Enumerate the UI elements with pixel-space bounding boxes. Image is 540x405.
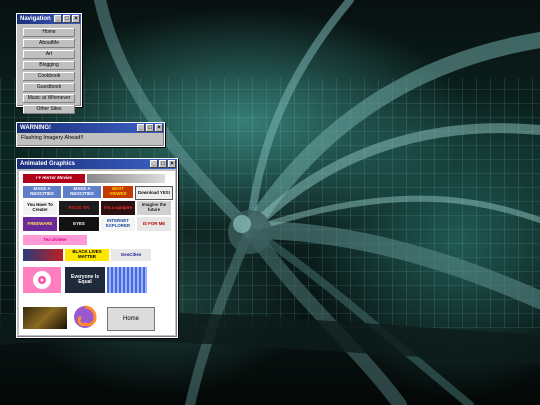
close-button[interactable]: × bbox=[155, 124, 163, 132]
nav-aboutme-button[interactable]: AboutMe bbox=[23, 39, 75, 48]
nav-art-button[interactable]: Art bbox=[23, 50, 75, 59]
warning-title: WARNING! bbox=[20, 125, 51, 131]
everyone-equal-badge[interactable]: Everyone Is Equal bbox=[65, 267, 105, 293]
nav-othersites-button[interactable]: Other Sites bbox=[23, 105, 75, 114]
neocities-badge[interactable]: MAKE A NEOCITIES bbox=[23, 186, 61, 198]
graphics-title: Animated Graphics bbox=[20, 161, 76, 167]
black-lives-matter-badge[interactable]: BLACK LIVES MATTER bbox=[65, 249, 109, 261]
navigation-titlebar[interactable]: Navigation _ □ × bbox=[17, 14, 81, 24]
spiral-logo[interactable] bbox=[71, 303, 99, 331]
imagine-badge[interactable]: Imagine the future bbox=[137, 201, 171, 215]
close-button[interactable]: × bbox=[72, 15, 80, 23]
graphics-window: Animated Graphics _ □ × I ♥ Horror Movie… bbox=[16, 158, 178, 338]
colorful-badge[interactable] bbox=[23, 249, 63, 261]
you-have-to-create-badge[interactable]: You Have To Create! bbox=[23, 201, 57, 215]
internet-explorer-badge[interactable]: INTERNET EXPLORER bbox=[101, 217, 135, 231]
maximize-button[interactable]: □ bbox=[63, 15, 71, 23]
counter-badge[interactable]: BEST VIEWED bbox=[103, 186, 133, 198]
minimize-button[interactable]: _ bbox=[150, 160, 158, 168]
graphics-titlebar[interactable]: Animated Graphics _ □ × bbox=[17, 159, 177, 169]
disc-icon bbox=[33, 271, 51, 289]
gray-bar-badge bbox=[87, 174, 165, 183]
warning-window: WARNING! _ □ × Flashing Imagery Ahead!! bbox=[16, 122, 165, 147]
nav-home-button[interactable]: Home bbox=[23, 28, 75, 37]
warning-message: Flashing Imagery Ahead!! bbox=[21, 135, 84, 141]
navigation-title: Navigation bbox=[20, 16, 51, 22]
minimize-button[interactable]: _ bbox=[54, 15, 62, 23]
horror-badge[interactable]: I ♥ Horror Movies bbox=[23, 174, 85, 183]
music-visualizer-badge[interactable] bbox=[107, 267, 147, 293]
warning-titlebar[interactable]: WARNING! _ □ × bbox=[17, 123, 164, 133]
photo-badge[interactable] bbox=[23, 307, 67, 329]
navigation-window: Navigation _ □ × Home AboutMe Art Bloggi… bbox=[16, 13, 82, 114]
tea-drinker-badge[interactable]: Tea drinker bbox=[23, 235, 87, 245]
neocities-badge-2[interactable]: MAKE A NEOCITIES bbox=[63, 186, 101, 198]
nav-blogging-button[interactable]: Blogging bbox=[23, 61, 75, 70]
nav-music-button[interactable]: Music at Whenever bbox=[23, 94, 75, 103]
ipod-badge[interactable] bbox=[23, 267, 61, 293]
spiral-icon bbox=[74, 305, 97, 328]
close-button[interactable]: × bbox=[168, 160, 176, 168]
nav-cookbook-button[interactable]: Cookbook bbox=[23, 72, 75, 81]
freeware-badge[interactable]: FREEWARE bbox=[23, 217, 57, 231]
home-button[interactable]: Home bbox=[107, 307, 155, 331]
graphics-panel: I ♥ Horror Movies MAKE A NEOCITIES MAKE … bbox=[19, 171, 175, 335]
vampire-badge[interactable]: I'm a vampire bbox=[101, 201, 135, 215]
itunes-badge[interactable]: IS FOR ME bbox=[137, 217, 171, 231]
geocities-badge[interactable]: GeoCities bbox=[111, 249, 151, 261]
eyes-badge[interactable]: EYES bbox=[59, 217, 99, 231]
rock-badge[interactable]: ROCK ON bbox=[59, 201, 99, 215]
nav-guestbook-button[interactable]: Guestbook bbox=[23, 83, 75, 92]
maximize-button[interactable]: □ bbox=[159, 160, 167, 168]
minimize-button[interactable]: _ bbox=[137, 124, 145, 132]
download-badge[interactable]: Download YES! bbox=[135, 186, 173, 200]
maximize-button[interactable]: □ bbox=[146, 124, 154, 132]
